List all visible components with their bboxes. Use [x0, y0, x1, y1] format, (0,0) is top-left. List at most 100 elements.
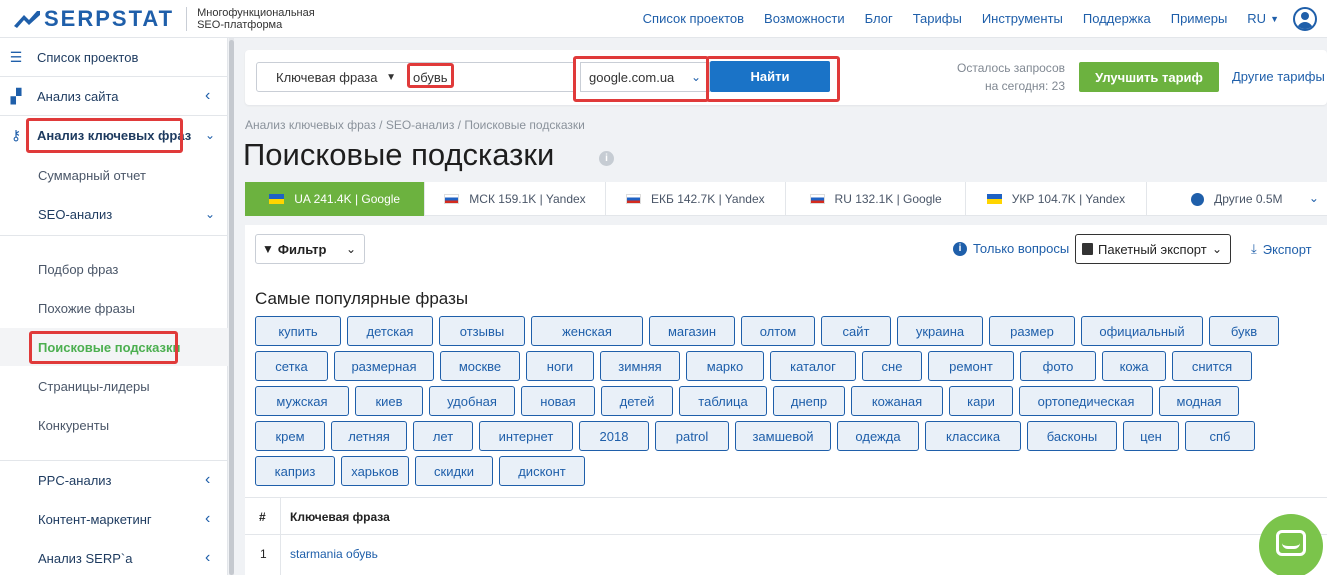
nav-pricing[interactable]: Тарифы	[913, 11, 962, 26]
phrase-chip[interactable]: модная	[1159, 386, 1239, 416]
phrase-chip[interactable]: украина	[897, 316, 983, 346]
sidebar-item-keyword-analysis[interactable]: ⚷ Анализ ключевых фраз ⌄	[0, 116, 228, 154]
batch-export-button[interactable]: Пакетный экспорт ⌄	[1075, 234, 1231, 264]
phrase-chip[interactable]: зимняя	[600, 351, 680, 381]
nav-features[interactable]: Возможности	[764, 11, 845, 26]
nav-blog[interactable]: Блог	[865, 11, 893, 26]
phrase-chip[interactable]: сетка	[255, 351, 328, 381]
chevron-down-icon: ⌄	[1308, 191, 1319, 205]
find-button[interactable]: Найти	[710, 61, 830, 92]
upgrade-plan-button[interactable]: Улучшить тариф	[1079, 62, 1219, 92]
tab-ua-google[interactable]: UA 241.4K | Google	[245, 182, 426, 216]
phrase-chip[interactable]: женская	[531, 316, 643, 346]
phrase-chip[interactable]: кари	[949, 386, 1013, 416]
phrase-chip[interactable]: отзывы	[439, 316, 525, 346]
phrase-chip[interactable]: ремонт	[928, 351, 1014, 381]
row-keyword-link[interactable]: starmania обувь	[290, 547, 378, 561]
phrase-chip[interactable]: цен	[1123, 421, 1179, 451]
phrase-chip[interactable]: летняя	[331, 421, 407, 451]
phrase-chip[interactable]: спб	[1185, 421, 1255, 451]
sidebar-item-competitors[interactable]: Конкуренты	[0, 406, 228, 444]
nav-examples[interactable]: Примеры	[1171, 11, 1228, 26]
sidebar-item-search-suggestions[interactable]: Поисковые подсказки	[0, 328, 228, 366]
phrase-chip[interactable]: одежда	[837, 421, 919, 451]
phrase-chip[interactable]: 2018	[579, 421, 649, 451]
export-link[interactable]: ⤓ Экспорт	[1251, 241, 1312, 257]
only-questions-toggle[interactable]: i Только вопросы	[953, 241, 1069, 256]
phrase-chip[interactable]: марко	[686, 351, 764, 381]
top-header: SERPSTAT Многофункциональная SEO-платфор…	[0, 0, 1327, 38]
nav-support[interactable]: Поддержка	[1083, 11, 1151, 26]
serpstat-logo[interactable]: SERPSTAT	[14, 6, 174, 32]
sidebar-item-serp-analysis[interactable]: Анализ SERP`а ‹	[0, 539, 228, 575]
nav-projects[interactable]: Список проектов	[643, 11, 744, 26]
phrase-chip[interactable]: ноги	[526, 351, 594, 381]
sidebar-item-top-pages[interactable]: Страницы-лидеры	[0, 367, 228, 405]
phrase-chip[interactable]: снится	[1172, 351, 1252, 381]
sidebar-item-site-analysis[interactable]: ▞ Анализ сайта ‹	[0, 77, 228, 115]
phrase-chip[interactable]: басконы	[1027, 421, 1117, 451]
chevron-left-icon: ‹	[205, 471, 211, 488]
phrase-chip[interactable]: patrol	[655, 421, 729, 451]
tab-ru-google[interactable]: RU 132.1K | Google	[786, 182, 967, 216]
phrase-chip[interactable]: крем	[255, 421, 325, 451]
phrase-chip[interactable]: кожаная	[851, 386, 943, 416]
other-plans-link[interactable]: Другие тарифы	[1232, 69, 1325, 84]
phrase-chip[interactable]: ортопедическая	[1019, 386, 1153, 416]
phrase-chip[interactable]: олтом	[741, 316, 815, 346]
phrase-chip[interactable]: детская	[347, 316, 433, 346]
phrase-chip[interactable]: официальный	[1081, 316, 1203, 346]
phrase-chip[interactable]: днепр	[773, 386, 845, 416]
nav-tools[interactable]: Инструменты	[982, 11, 1063, 26]
column-header-keyword[interactable]: Ключевая фраза	[290, 510, 390, 524]
phrase-chip[interactable]: таблица	[679, 386, 767, 416]
phrase-chip[interactable]: харьков	[341, 456, 409, 486]
phrase-chip[interactable]: сне	[862, 351, 922, 381]
phrase-chip[interactable]: интернет	[479, 421, 573, 451]
breadcrumb[interactable]: Анализ ключевых фраз / SEO-анализ / Поис…	[245, 118, 585, 132]
sidebar-item-content-marketing[interactable]: Контент-маркетинг ‹	[0, 500, 228, 538]
sidebar-item-similar-phrases[interactable]: Похожие фразы	[0, 289, 228, 327]
tab-ekb-yandex[interactable]: ЕКБ 142.7K | Yandex	[606, 182, 786, 216]
phrase-chip[interactable]: каприз	[255, 456, 335, 486]
sidebar-scrollbar[interactable]	[229, 38, 234, 575]
search-type-select[interactable]: Ключевая фраза ▼	[256, 62, 406, 92]
phrase-chip[interactable]: новая	[521, 386, 595, 416]
phrase-chip[interactable]: фото	[1020, 351, 1096, 381]
phrase-chip[interactable]: каталог	[770, 351, 856, 381]
phrase-chip[interactable]: удобная	[429, 386, 515, 416]
phrase-chip[interactable]: замшевой	[735, 421, 831, 451]
tab-others[interactable]: Другие 0.5M ⌄	[1147, 182, 1327, 216]
info-icon[interactable]: i	[599, 151, 614, 166]
user-avatar-icon[interactable]	[1293, 6, 1317, 31]
phrase-chip[interactable]: киев	[355, 386, 423, 416]
database-select[interactable]: google.com.ua ⌄	[580, 62, 710, 92]
phrase-chip[interactable]: купить	[255, 316, 341, 346]
language-selector[interactable]: RU ▼	[1247, 11, 1279, 26]
phrase-chip[interactable]: лет	[413, 421, 473, 451]
scrollbar-thumb[interactable]	[229, 40, 234, 575]
phrase-chip[interactable]: скидки	[415, 456, 493, 486]
sidebar-item-summary-report[interactable]: Суммарный отчет	[0, 156, 228, 194]
sidebar-item-seo-analysis[interactable]: SEO-анализ ⌄	[0, 195, 228, 233]
tab-msk-yandex[interactable]: МСК 159.1K | Yandex	[425, 182, 606, 216]
phrase-chip[interactable]: дисконт	[499, 456, 585, 486]
info-circle-icon: i	[953, 241, 967, 256]
sidebar-item-ppc-analysis[interactable]: PPC-анализ ‹	[0, 461, 228, 499]
chat-widget-icon[interactable]	[1259, 514, 1323, 575]
phrase-chip[interactable]: мужская	[255, 386, 349, 416]
phrase-chip[interactable]: размерная	[334, 351, 434, 381]
phrase-chip[interactable]: кожа	[1102, 351, 1166, 381]
sidebar-item-phrase-selection[interactable]: Подбор фраз	[0, 250, 228, 288]
phrase-chip[interactable]: сайт	[821, 316, 891, 346]
phrase-chip[interactable]: букв	[1209, 316, 1279, 346]
phrase-chip[interactable]: размер	[989, 316, 1075, 346]
phrase-chip[interactable]: москве	[440, 351, 520, 381]
phrase-chip[interactable]: классика	[925, 421, 1021, 451]
sidebar-item-projects[interactable]: ☰ Список проектов	[0, 38, 228, 76]
filter-button[interactable]: ▼ Фильтр ⌄	[255, 234, 365, 264]
keyword-input[interactable]	[405, 62, 575, 92]
tab-ukr-yandex[interactable]: УКР 104.7K | Yandex	[966, 182, 1147, 216]
phrase-chip[interactable]: магазин	[649, 316, 735, 346]
phrase-chip[interactable]: детей	[601, 386, 673, 416]
